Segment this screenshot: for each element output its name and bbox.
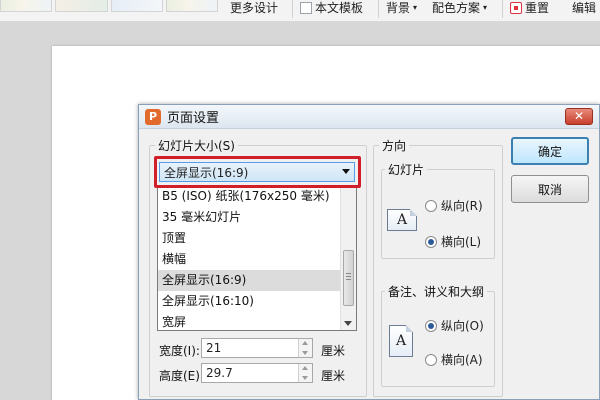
ribbon-toolbar: 更多设计 本文模板 背景 ▾ 配色方案 ▾ 重置 编辑 (0, 0, 600, 22)
slide-size-option[interactable]: 顶置 (158, 228, 341, 249)
spin-down-icon[interactable] (302, 351, 308, 355)
color-scheme-button[interactable]: 配色方案 ▾ (432, 0, 487, 16)
cancel-button[interactable]: 取消 (511, 175, 589, 203)
notes-portrait-label: 纵向(O) (441, 319, 484, 333)
notes-portrait-option[interactable]: 纵向(O) (425, 317, 484, 334)
ribbon-divider (292, 0, 293, 18)
width-unit: 厘米 (321, 344, 346, 358)
more-designs-button[interactable]: 更多设计 (230, 0, 278, 16)
edit-button[interactable]: 编辑 (572, 0, 596, 16)
dialog-titlebar[interactable]: P 页面设置 ✕ (139, 105, 599, 129)
page-setup-dialog: P 页面设置 ✕ 幻灯片大小(S) 全屏显示(16:9) B5 (ISO) 纸张… (138, 104, 600, 400)
notes-landscape-option[interactable]: 横向(A) (425, 351, 483, 368)
slides-landscape-option[interactable]: 横向(L) (425, 233, 481, 250)
dialog-title: 页面设置 (167, 111, 220, 126)
spin-up-icon[interactable] (302, 341, 308, 345)
select-highlight-annotation (154, 156, 361, 188)
slides-portrait-option[interactable]: 纵向(R) (425, 197, 483, 214)
ok-button[interactable]: 确定 (511, 137, 589, 165)
radio-button-checked[interactable] (425, 319, 437, 332)
spin-down-icon[interactable] (302, 376, 308, 380)
radio-button-checked[interactable] (425, 235, 437, 248)
background-button[interactable]: 背景 ▾ (386, 0, 417, 16)
portrait-page-icon: A (389, 325, 413, 357)
height-spin-buttons[interactable] (298, 364, 312, 382)
notes-subgroup-label: 备注、讲义和大纲 (385, 283, 488, 300)
template-icon (300, 2, 312, 14)
slide-size-option[interactable]: 宽屏 (158, 312, 341, 333)
slide-size-group-label: 幻灯片大小(S) (155, 137, 238, 154)
slides-landscape-label: 横向(L) (441, 235, 482, 249)
width-value: 21 (206, 341, 222, 355)
height-unit: 厘米 (321, 369, 346, 383)
orientation-group-label: 方向 (379, 137, 410, 154)
width-spinner[interactable]: 21 (201, 338, 313, 358)
slides-subgroup-label: 幻灯片 (385, 161, 428, 178)
width-label: 宽度(I): (159, 344, 200, 358)
slide-size-option[interactable]: 全屏显示(16:10) (158, 291, 341, 312)
radio-button[interactable] (425, 199, 437, 212)
ribbon-divider (502, 0, 503, 18)
radio-button[interactable] (425, 353, 437, 366)
landscape-page-icon: A (387, 209, 417, 231)
more-designs-label: 更多设计 (230, 1, 279, 15)
presentation-app-icon: P (145, 108, 161, 125)
color-scheme-label: 配色方案 (432, 1, 481, 15)
height-label: 高度(E): (159, 369, 204, 383)
chevron-down-icon: ▾ (413, 3, 418, 12)
chevron-down-icon: ▾ (483, 3, 488, 12)
design-thumbnail[interactable] (110, 0, 163, 12)
text-template-button[interactable]: 本文模板 (300, 0, 363, 16)
design-thumbnails (0, 0, 218, 12)
scroll-down-arrow-icon[interactable] (344, 321, 352, 326)
design-thumbnail[interactable] (0, 0, 53, 12)
slide-size-option[interactable]: 横幅 (158, 249, 341, 270)
reset-label: 重置 (525, 1, 550, 15)
slide-size-option[interactable]: B5 (ISO) 纸张(176x250 毫米) (158, 186, 341, 207)
design-thumbnail[interactable] (165, 0, 218, 12)
scrollbar-thumb[interactable] (343, 250, 354, 306)
edit-label: 编辑 (572, 1, 597, 15)
width-spin-buttons[interactable] (298, 339, 312, 357)
height-spinner[interactable]: 29.7 (201, 363, 313, 383)
ribbon-divider (378, 0, 379, 18)
close-button[interactable]: ✕ (565, 108, 593, 125)
spin-up-icon[interactable] (302, 366, 308, 370)
listbox-scrollbar[interactable] (340, 186, 356, 330)
slide-size-option[interactable]: 35 毫米幻灯片 (158, 207, 341, 228)
slide-size-options: B5 (ISO) 纸张(176x250 毫米) 35 毫米幻灯片 顶置 横幅 全屏显示(… (158, 186, 341, 333)
reset-button[interactable]: 重置 (510, 0, 549, 16)
background-label: 背景 (386, 1, 411, 15)
height-value: 29.7 (206, 366, 233, 380)
slides-portrait-label: 纵向(R) (441, 199, 483, 213)
notes-landscape-label: 横向(A) (441, 353, 483, 367)
design-thumbnail[interactable] (55, 0, 108, 12)
slide-size-option[interactable]: 全屏显示(16:9) (158, 270, 341, 291)
slide-size-listbox[interactable]: B5 (ISO) 纸张(176x250 毫米) 35 毫米幻灯片 顶置 横幅 全屏显示(… (157, 185, 357, 331)
reset-icon (510, 2, 522, 14)
text-template-label: 本文模板 (315, 1, 364, 15)
